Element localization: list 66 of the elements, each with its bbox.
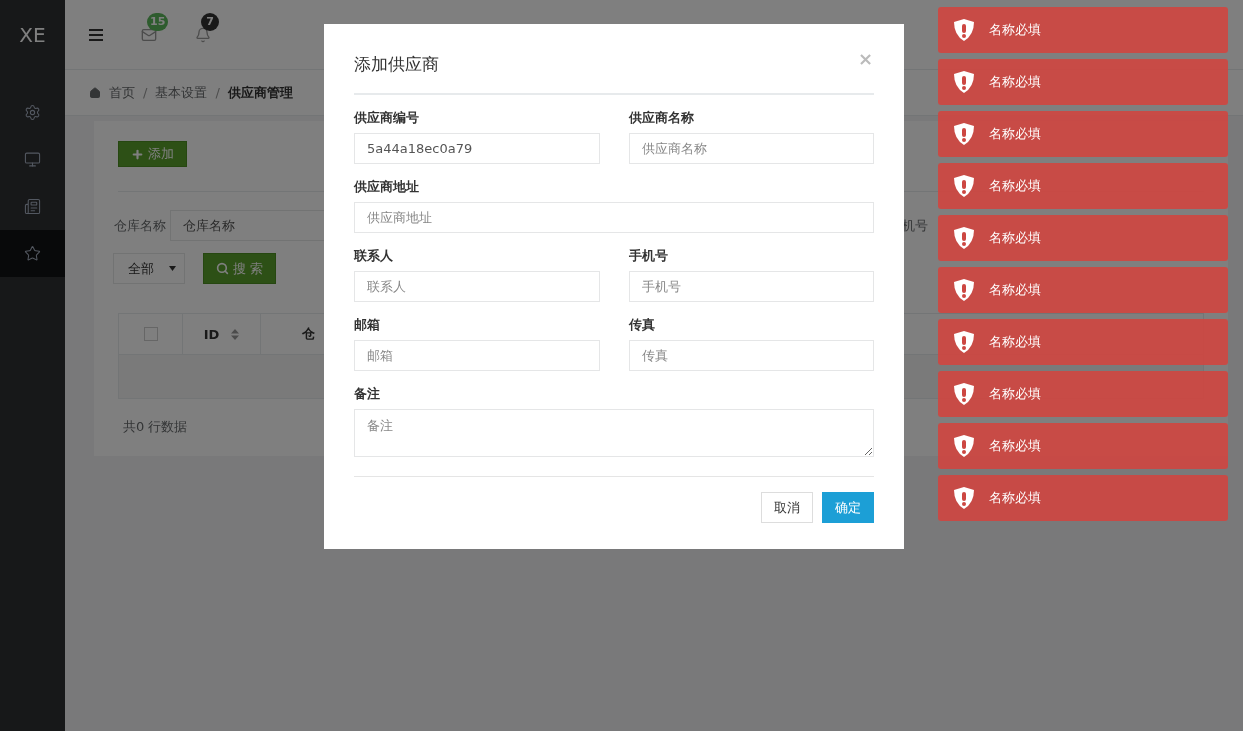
warning-icon — [953, 226, 975, 250]
field-label: 传真 — [628, 316, 656, 334]
status-select[interactable]: 全部 — [113, 253, 185, 284]
count-badge: 7 — [201, 12, 219, 31]
logo: XE — [18, 22, 47, 49]
confirm-button[interactable]: 确定 — [822, 492, 874, 523]
toast-message: 名称必填 — [989, 177, 1041, 195]
add-button[interactable]: 添加 — [118, 141, 187, 167]
input-field[interactable]: 传真 — [628, 340, 874, 371]
mail-icon[interactable] — [141, 26, 157, 43]
warning-icon — [953, 174, 975, 198]
field-label: 邮箱 — [354, 316, 381, 334]
warning-icon — [953, 434, 975, 458]
field-label: 供应商编号 — [354, 109, 420, 127]
warning-icon — [953, 330, 975, 354]
toast-message: 名称必填 — [989, 333, 1041, 351]
warning-icon — [953, 70, 975, 94]
home-icon — [89, 86, 101, 99]
warning-icon — [953, 18, 975, 42]
field-label: 供应商地址 — [354, 178, 420, 196]
plus-icon — [131, 147, 144, 161]
caret-icon — [169, 266, 176, 271]
warning-icon — [953, 278, 975, 302]
star-icon — [24, 245, 41, 262]
breadcrumb-item: 供应商管理 — [227, 83, 293, 102]
gear-icon — [24, 104, 41, 121]
input-field[interactable]: 邮箱 — [354, 340, 600, 371]
input-field[interactable]: 手机号 — [628, 271, 874, 302]
newspaper-icon — [24, 198, 41, 215]
breadcrumb-separator: / — [143, 85, 148, 100]
toast-message: 名称必填 — [989, 385, 1041, 403]
field-label: 供应商名称 — [628, 109, 695, 127]
select-all-checkbox[interactable] — [143, 327, 158, 341]
input-field[interactable]: 5a44a18ec0a79 — [354, 133, 600, 164]
breadcrumb-item[interactable]: 首页 — [109, 83, 135, 102]
search-icon — [216, 262, 229, 275]
toast-message: 名称必填 — [989, 437, 1041, 455]
input-field[interactable]: 供应商地址 — [354, 202, 874, 233]
field-label: 备注 — [354, 385, 381, 403]
warning-icon — [953, 382, 975, 406]
remarks-field[interactable]: 备注 — [354, 409, 874, 457]
dialog-title: 添加供应商 — [354, 53, 439, 76]
toast-message: 名称必填 — [989, 281, 1041, 299]
toast-message: 名称必填 — [989, 229, 1041, 247]
monitor-icon — [24, 151, 41, 168]
row-count: 共0 行数据 — [123, 418, 188, 436]
sidebar-item[interactable] — [0, 230, 65, 277]
input-field[interactable]: 供应商名称 — [628, 133, 874, 164]
count-badge: 15 — [147, 12, 169, 31]
toast-message: 名称必填 — [989, 21, 1041, 39]
toast-message: 名称必填 — [989, 125, 1041, 143]
bell-icon[interactable] — [195, 26, 211, 43]
input-field[interactable]: 联系人 — [354, 271, 600, 302]
toast-message: 名称必填 — [989, 489, 1041, 507]
breadcrumb-separator: / — [215, 85, 220, 100]
menu-icon[interactable] — [89, 28, 103, 41]
warning-icon — [953, 486, 975, 510]
filter-label: 仓库名称 — [114, 216, 166, 235]
cancel-button[interactable]: 取消 — [761, 492, 813, 523]
field-label: 手机号 — [628, 247, 669, 265]
breadcrumb-item[interactable]: 基本设置 — [155, 83, 208, 102]
search-button[interactable]: 搜 索 — [203, 253, 277, 284]
warning-icon — [953, 122, 975, 146]
field-label: 联系人 — [354, 247, 394, 265]
toast-message: 名称必填 — [989, 73, 1041, 91]
close-button[interactable]: × — [857, 50, 873, 68]
